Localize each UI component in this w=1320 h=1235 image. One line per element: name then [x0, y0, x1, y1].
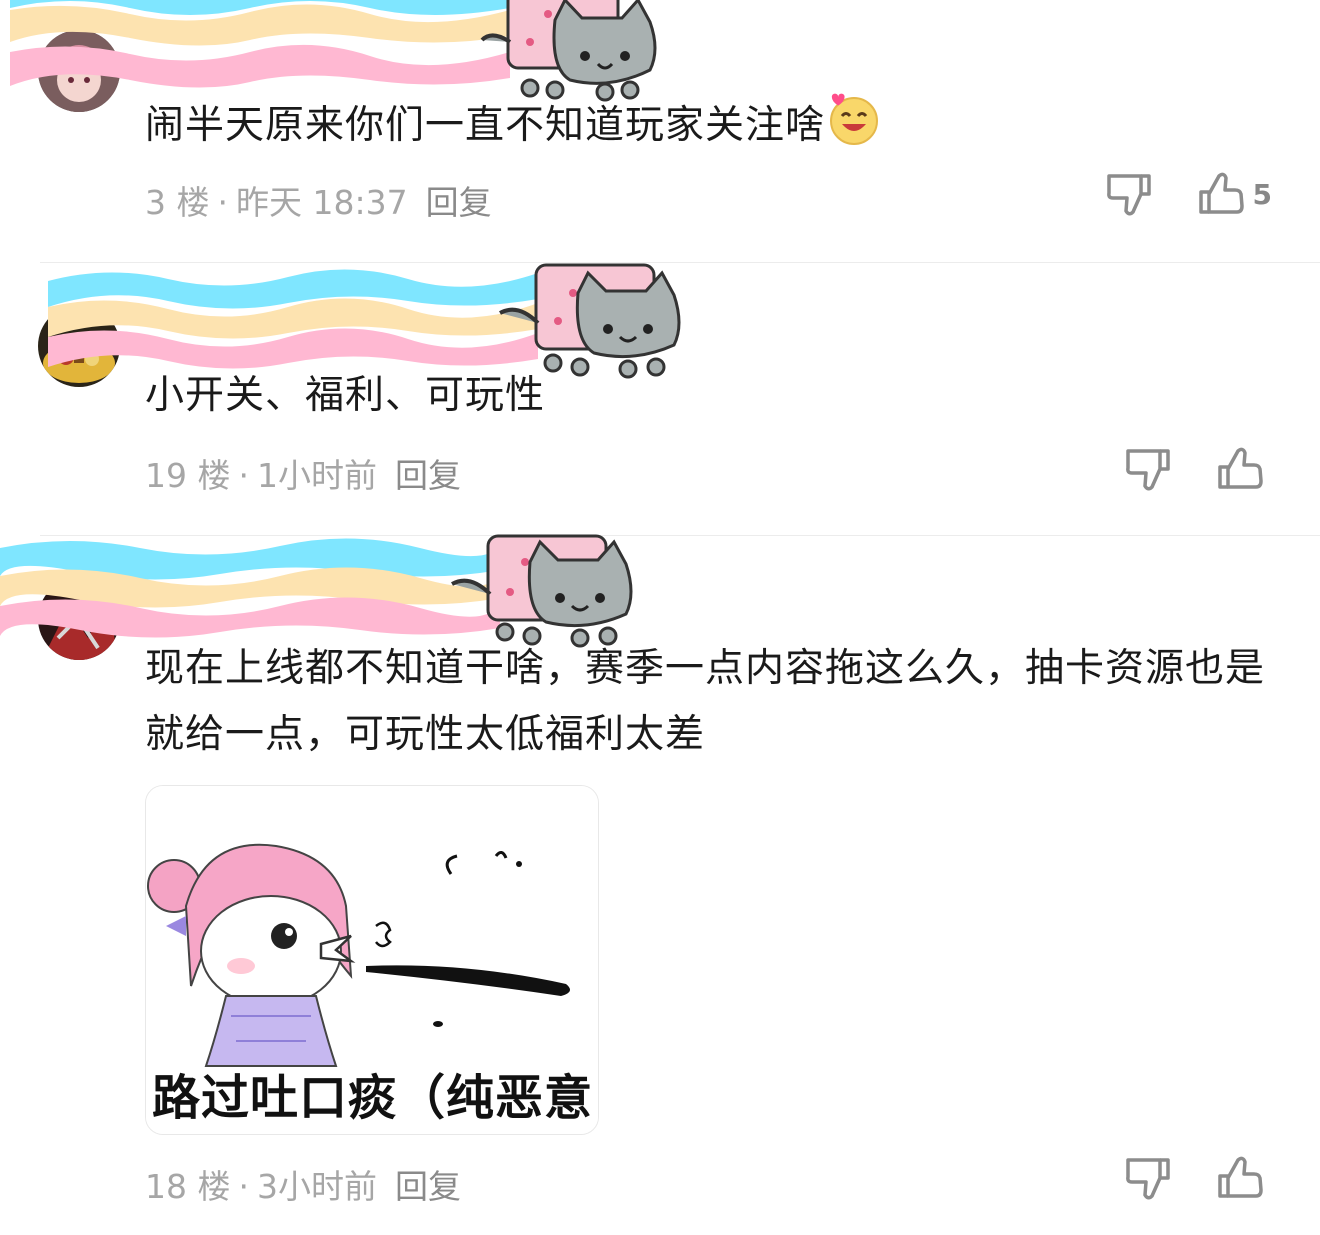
- timestamp: 3小时前: [256, 1167, 377, 1206]
- thumbs-up-icon: [1218, 447, 1263, 489]
- grinning-face-with-heart-emoji-icon: [830, 93, 879, 145]
- like-button[interactable]: [1214, 1152, 1272, 1204]
- comment-actions: [1122, 1152, 1272, 1204]
- comment-meta: 3 楼 · 昨天 18:37 回复: [145, 176, 492, 224]
- comment-text: 现在上线都不知道干啥，赛季一点内容拖这么久，抽卡资源也是就给一点，可玩性太低福利…: [145, 636, 1272, 768]
- floor-number: 19 楼: [145, 456, 231, 495]
- sticker-image[interactable]: 路过吐口痰（纯恶意: [145, 785, 599, 1135]
- comment-actions: [1122, 443, 1272, 495]
- meta-separator: ·: [238, 1167, 249, 1206]
- reply-button[interactable]: 回复: [395, 456, 461, 495]
- sticker-caption: 路过吐口痰（纯恶意: [152, 1070, 594, 1126]
- dislike-button[interactable]: [1103, 168, 1155, 220]
- comment-text-content: 闹半天原来你们一直不知道玩家关注啥: [145, 103, 826, 148]
- reply-button[interactable]: 回复: [426, 183, 492, 222]
- like-count: 5: [1252, 177, 1272, 211]
- floor-number: 3 楼: [145, 183, 210, 222]
- thumbs-up-icon: [1218, 1156, 1263, 1198]
- comment-item: 闹半天原来你们一直不知道玩家关注啥 3 楼 · 昨天 18:37 回复 5: [0, 0, 1320, 262]
- reply-button[interactable]: 回复: [395, 1167, 461, 1206]
- thumbs-down-icon: [1126, 449, 1170, 491]
- comment-actions: 5: [1103, 168, 1272, 220]
- meta-separator: ·: [238, 456, 249, 495]
- comment-item: 小开关、福利、可玩性 19 楼 · 1小时前 回复: [0, 263, 1320, 535]
- comment-meta: 18 楼 · 3小时前 回复: [145, 1160, 461, 1208]
- comment-text-content: 现在上线都不知道干啥，赛季一点内容拖这么久，抽卡资源也是就给一点，可玩性太低福利…: [145, 646, 1266, 757]
- comment-meta: 19 楼 · 1小时前 回复: [145, 449, 461, 497]
- comment-item: 现在上线都不知道干啥，赛季一点内容拖这么久，抽卡资源也是就给一点，可玩性太低福利…: [0, 534, 1320, 1235]
- like-button[interactable]: [1214, 443, 1272, 495]
- meta-separator: ·: [217, 183, 229, 222]
- comment-text: 闹半天原来你们一直不知道玩家关注啥: [145, 92, 1272, 159]
- timestamp: 1小时前: [256, 456, 377, 495]
- dislike-button[interactable]: [1122, 443, 1174, 495]
- thumbs-down-icon: [1106, 174, 1151, 216]
- thumbs-down-icon: [1126, 1158, 1170, 1200]
- timestamp: 昨天 18:37: [236, 183, 408, 222]
- comment-text-content: 小开关、福利、可玩性: [145, 373, 546, 418]
- dislike-button[interactable]: [1122, 1152, 1174, 1204]
- comment-text: 小开关、福利、可玩性: [145, 363, 1272, 429]
- like-button[interactable]: 5: [1195, 168, 1272, 220]
- thumbs-up-icon: [1198, 172, 1244, 214]
- floor-number: 18 楼: [145, 1167, 231, 1206]
